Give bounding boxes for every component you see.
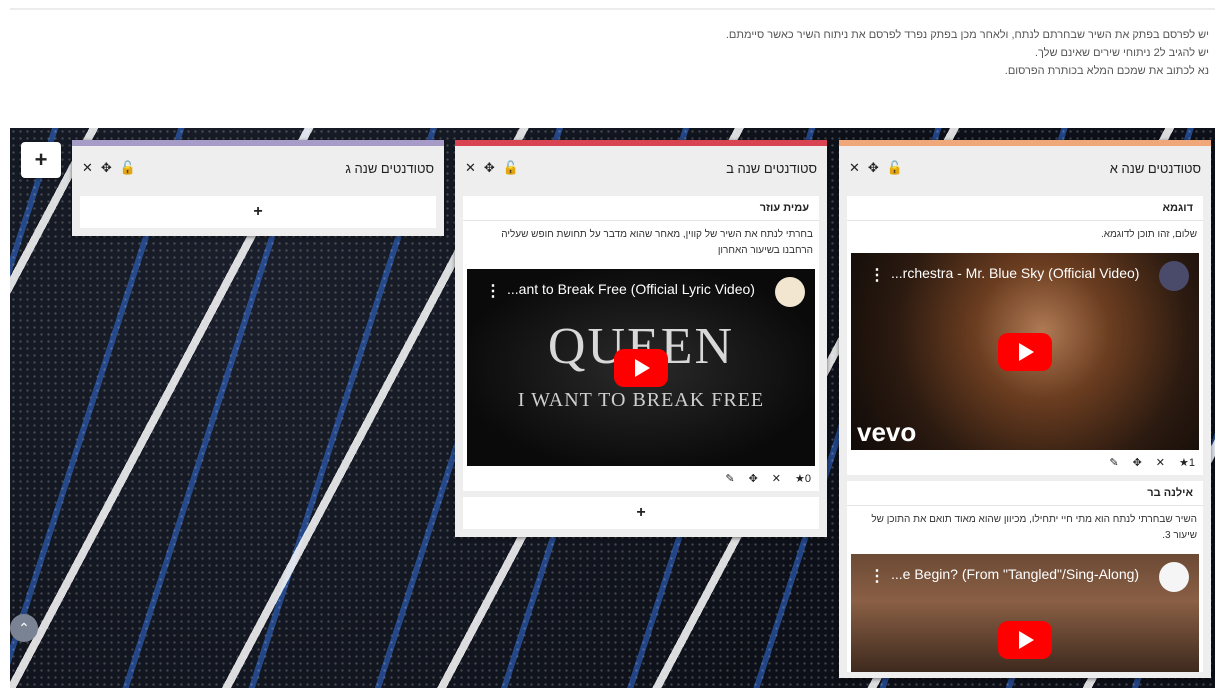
instruction-line: יש להגיב ל2 ניתוחי שירים שאינם שלך. (1034, 47, 1209, 59)
channel-avatar[interactable] (1159, 261, 1189, 291)
top-divider (10, 8, 1215, 10)
column-title[interactable]: סטודנטים שנה א (1110, 161, 1201, 176)
instruction-line: יש לפרסם בפתק את השיר שבחרתם לנתח, ולאחר… (725, 29, 1209, 41)
column-tools: ✕ ✥ 🔓 (849, 160, 903, 176)
edit-icon[interactable]: ✎ (1109, 456, 1118, 469)
post-body: בחרתי לנתח את השיר של קווין, מאחר שהוא מ… (501, 229, 813, 256)
play-button[interactable] (614, 348, 668, 387)
column-year-c: סטודנטים שנה ג ✕ ✥ 🔓 + (72, 140, 444, 236)
instruction-line: נא לכתוב את שמכם המלא בכותרת הפרסום. (1004, 65, 1209, 77)
delete-icon[interactable]: ✕ (772, 472, 781, 485)
board: + ⌃ סטודנטים שנה א ✕ ✥ 🔓 דוגמא שלום, זהו… (10, 128, 1215, 688)
lock-icon[interactable]: 🔓 (887, 160, 903, 176)
move-icon[interactable]: ✥ (484, 160, 495, 176)
post-title: דוגמא (847, 196, 1203, 221)
scroll-up-icon[interactable]: ⌃ (10, 614, 38, 642)
move-icon[interactable]: ✥ (101, 160, 112, 176)
post-body: השיר שבחרתי לנתח הוא מתי חיי יתחילו, מכי… (871, 514, 1197, 541)
delete-icon[interactable]: ✕ (1156, 456, 1165, 469)
post-card[interactable]: עמית עוזר בחרתי לנתח את השיר של קווין, מ… (463, 196, 819, 491)
move-icon[interactable]: ✥ (868, 160, 879, 176)
star-icon[interactable]: 1★ (1179, 456, 1195, 469)
video-embed[interactable]: ⋮ ...ant to Break Free (Official Lyric V… (467, 269, 815, 466)
column-tools: ✕ ✥ 🔓 (465, 160, 519, 176)
add-post-button[interactable]: + (80, 196, 436, 228)
column-year-b: סטודנטים שנה ב ✕ ✥ 🔓 עמית עוזר בחרתי לנת… (455, 140, 827, 537)
post-card[interactable]: דוגמא שלום, זהו תוכן לדוגמא. ⋮ ...rchest… (847, 196, 1203, 475)
column-header: סטודנטים שנה ב ✕ ✥ 🔓 (455, 146, 827, 190)
add-column-button[interactable]: + (21, 142, 61, 178)
column-header: סטודנטים שנה א ✕ ✥ 🔓 (839, 146, 1211, 190)
play-button[interactable] (998, 332, 1052, 371)
star-glyph: ★ (795, 473, 805, 485)
play-button[interactable] (998, 621, 1052, 659)
column-year-a: סטודנטים שנה א ✕ ✥ 🔓 דוגמא שלום, זהו תוכ… (839, 140, 1211, 678)
column-title[interactable]: סטודנטים שנה ב (726, 161, 817, 176)
close-icon[interactable]: ✕ (82, 160, 93, 176)
post-title: עמית עוזר (463, 196, 819, 221)
star-count: 1 (1188, 457, 1195, 469)
move-icon[interactable]: ✥ (749, 472, 758, 485)
channel-avatar[interactable] (1159, 562, 1189, 592)
edit-icon[interactable]: ✎ (725, 472, 734, 485)
video-embed[interactable]: ⋮ ...rchestra - Mr. Blue Sky (Official V… (851, 253, 1199, 450)
column-tools: ✕ ✥ 🔓 (82, 160, 136, 176)
instructions: יש לפרסם בפתק את השיר שבחרתם לנתח, ולאחר… (509, 26, 1209, 80)
star-glyph: ★ (1179, 457, 1189, 469)
column-header: סטודנטים שנה ג ✕ ✥ 🔓 (72, 146, 444, 190)
vevo-logo: vevo (857, 417, 917, 447)
lock-icon[interactable]: 🔓 (503, 160, 519, 176)
video-embed[interactable]: ⋮ ...e Begin? (From "Tangled"/Sing-Along… (851, 554, 1199, 672)
padlet-page: יש לפרסם בפתק את השיר שבחרתם לנתח, ולאחר… (0, 0, 1225, 688)
post-actions: 1★ ✕ ✥ ✎ (847, 450, 1203, 475)
post-card[interactable]: אילנה בר השיר שבחרתי לנתח הוא מתי חיי ית… (847, 481, 1203, 672)
add-post-button[interactable]: + (463, 497, 819, 529)
post-body: שלום, זהו תוכן לדוגמא. (1100, 229, 1197, 240)
close-icon[interactable]: ✕ (465, 160, 476, 176)
video-title[interactable]: ...e Begin? (From "Tangled"/Sing-Along) (851, 566, 1199, 582)
close-icon[interactable]: ✕ (849, 160, 860, 176)
move-icon[interactable]: ✥ (1133, 456, 1142, 469)
video-title[interactable]: ...rchestra - Mr. Blue Sky (Official Vid… (851, 265, 1199, 281)
post-actions: 0★ ✕ ✥ ✎ (463, 466, 819, 491)
video-title[interactable]: ...ant to Break Free (Official Lyric Vid… (467, 281, 815, 297)
column-title[interactable]: סטודנטים שנה ג (345, 161, 434, 176)
video-artwork-subtitle: I WANT TO BREAK FREE (517, 389, 765, 411)
channel-avatar[interactable] (775, 277, 805, 307)
post-title: אילנה בר (847, 481, 1203, 506)
lock-icon[interactable]: 🔓 (120, 160, 136, 176)
star-icon[interactable]: 0★ (795, 472, 811, 485)
star-count: 0 (804, 473, 811, 485)
